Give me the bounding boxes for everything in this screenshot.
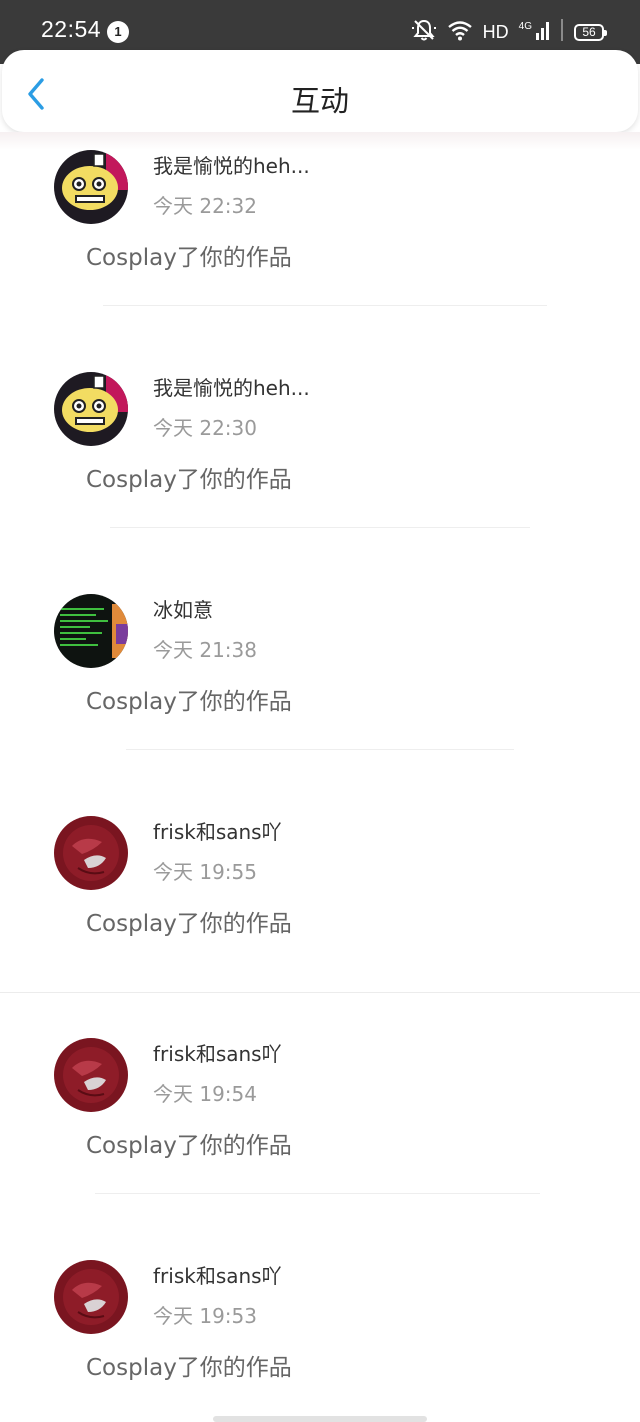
home-indicator[interactable] xyxy=(213,1416,427,1422)
list-item[interactable]: frisk和sans吖 今天 19:53 Cosplay了你的作品 xyxy=(0,1240,640,1422)
status-icons: HD 4G 56 xyxy=(411,18,607,46)
signal-icon xyxy=(536,20,550,44)
avatar[interactable] xyxy=(54,1260,128,1334)
avatar[interactable] xyxy=(54,372,128,446)
divider xyxy=(126,749,514,750)
avatar[interactable] xyxy=(54,594,128,668)
action-text: Cosplay了你的作品 xyxy=(86,1133,292,1159)
list-item[interactable]: frisk和sans吖 今天 19:54 Cosplay了你的作品 xyxy=(0,1018,640,1240)
battery-indicator: 56 xyxy=(574,23,607,41)
user-name[interactable]: frisk和sans吖 xyxy=(153,1038,282,1067)
timestamp: 今天 19:53 xyxy=(153,1304,257,1328)
user-name[interactable]: 我是愉悦的heh... xyxy=(153,150,310,179)
status-time: 22:54 xyxy=(41,16,102,42)
action-text: Cosplay了你的作品 xyxy=(86,689,292,715)
signal-divider-icon xyxy=(560,19,564,45)
interaction-screen: 22:54 1 HD 4G 56 互动 我是愉悦的heh... 今天 22:32… xyxy=(0,0,640,1422)
timestamp: 今天 21:38 xyxy=(153,638,257,662)
page-title: 互动 xyxy=(290,84,349,118)
divider xyxy=(95,1193,540,1194)
wifi-icon xyxy=(447,19,473,45)
user-name[interactable]: frisk和sans吖 xyxy=(153,1260,282,1289)
page-header: 互动 xyxy=(2,50,638,132)
action-text: Cosplay了你的作品 xyxy=(86,911,292,937)
avatar[interactable] xyxy=(54,1038,128,1112)
list-item[interactable]: frisk和sans吖 今天 19:55 Cosplay了你的作品 xyxy=(0,796,640,1018)
avatar[interactable] xyxy=(54,150,128,224)
action-text: Cosplay了你的作品 xyxy=(86,467,292,493)
timestamp: 今天 19:55 xyxy=(153,860,257,884)
section-divider xyxy=(0,992,640,993)
user-name[interactable]: frisk和sans吖 xyxy=(153,816,282,845)
divider xyxy=(103,305,547,306)
user-name[interactable]: 冰如意 xyxy=(153,594,213,623)
notification-count-badge: 1 xyxy=(107,21,129,43)
list-item[interactable]: 我是愉悦的heh... 今天 22:30 Cosplay了你的作品 xyxy=(0,352,640,574)
timestamp: 今天 19:54 xyxy=(153,1082,257,1106)
hd-label: HD xyxy=(482,21,509,42)
divider xyxy=(110,527,530,528)
network-type-label: 4G xyxy=(518,20,532,32)
avatar[interactable] xyxy=(54,816,128,890)
timestamp: 今天 22:32 xyxy=(153,194,257,218)
action-text: Cosplay了你的作品 xyxy=(86,1355,292,1381)
list-item[interactable]: 我是愉悦的heh... 今天 22:32 Cosplay了你的作品 xyxy=(0,130,640,352)
user-name[interactable]: 我是愉悦的heh... xyxy=(153,372,310,401)
list-item[interactable]: 冰如意 今天 21:38 Cosplay了你的作品 xyxy=(0,574,640,796)
mute-bell-icon xyxy=(411,18,437,46)
action-text: Cosplay了你的作品 xyxy=(86,245,292,271)
timestamp: 今天 22:30 xyxy=(153,416,257,440)
